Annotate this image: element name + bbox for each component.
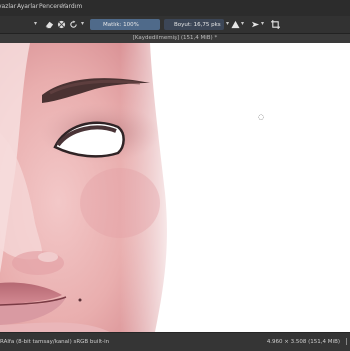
menu-item-settings[interactable]: Ayarlar: [17, 2, 38, 12]
menu-item-scripts[interactable]: yazlar: [0, 2, 16, 12]
canvas[interactable]: ◌: [0, 43, 350, 332]
opacity-label: Matlık: 100%: [103, 21, 139, 28]
chevron-down-icon[interactable]: ▾: [226, 20, 229, 28]
crop-icon[interactable]: [270, 19, 280, 30]
size-label: Boyut: 16,75 pks: [174, 21, 221, 28]
face-painting: [0, 43, 180, 332]
warning-icon[interactable]: [230, 19, 240, 30]
pattern-icon[interactable]: [56, 19, 66, 30]
size-slider[interactable]: Boyut: 16,75 pks: [164, 19, 224, 30]
menu-item-help[interactable]: Yardım: [62, 2, 82, 12]
document-tab-bar: [Kaydedilmemiş] (151,4 MiB) *: [0, 34, 350, 43]
status-divider: [342, 338, 347, 345]
opacity-slider[interactable]: Matlık: 100%: [90, 19, 160, 30]
image-size-status: 4.960 × 3.508 (151,4 MiB): [266, 339, 340, 345]
eraser-icon[interactable]: [44, 19, 54, 30]
menu-item-window[interactable]: Pencere: [39, 2, 63, 12]
document-tab[interactable]: [Kaydedilmemiş] (151,4 MiB) *: [0, 34, 350, 43]
arrow-icon[interactable]: [250, 19, 260, 30]
chevron-down-icon[interactable]: ▾: [261, 20, 264, 28]
chevron-down-icon[interactable]: ▾: [34, 20, 37, 28]
chevron-down-icon[interactable]: ▾: [81, 20, 84, 28]
reset-icon[interactable]: [68, 19, 78, 30]
tool-options-bar: ▾ ▾ Matlık: 100% Boyut: 16,75 pks ▾ ▾ ▾: [0, 16, 350, 34]
status-bar: RAlfa (8-bit tamsay/kanal) sRGB built-in…: [0, 332, 350, 351]
menu-bar: yazlar Ayarlar Pencere Yardım: [0, 0, 350, 16]
brush-cursor-icon: ◌: [258, 113, 265, 121]
chevron-down-icon[interactable]: ▾: [241, 20, 244, 28]
color-profile-status: RAlfa (8-bit tamsay/kanal) sRGB built-in: [0, 339, 110, 345]
